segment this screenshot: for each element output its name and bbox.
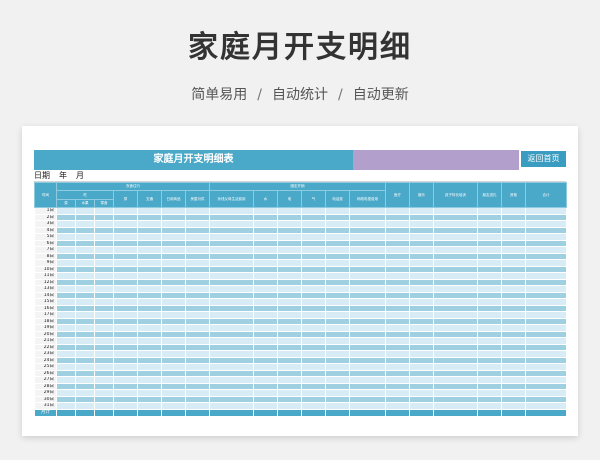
expense-table: 时间 衣食住行 固定开销 医疗 娱乐 孩子特长培训 朋友送礼 其他 合计 吃 穿…: [34, 182, 568, 417]
header-subgroup-eat: 吃: [56, 190, 114, 200]
total-cell: [56, 408, 76, 417]
table-header: 时间 衣食住行 固定开销 医疗 娱乐 孩子特长培训 朋友送礼 其他 合计 吃 穿…: [34, 182, 568, 208]
tagline-separator: /: [257, 87, 262, 103]
total-cell: [349, 408, 387, 417]
table-body: 1日 2日 3日 4日 5日 6日 7日 8日 9日 10日 11日 12日 13日 14日 15日 16日 1…: [34, 207, 568, 417]
header-col: 其他: [501, 182, 527, 208]
header-col: 孙钱父母生活费用: [209, 190, 255, 208]
total-row: 月计: [34, 408, 568, 417]
total-cell: [409, 408, 435, 417]
total-cell: [325, 408, 351, 417]
total-cell: [184, 408, 211, 417]
date-row: 日期年月: [34, 170, 566, 182]
header-time: 时间: [34, 182, 57, 208]
header-group-daily: 衣食住行: [55, 182, 211, 191]
header-col: 朋友送礼: [477, 182, 503, 208]
total-cell: [209, 408, 255, 417]
header-col: 娱乐: [409, 182, 435, 208]
header-col: 交通: [137, 190, 162, 208]
header-col: 穿: [113, 190, 138, 208]
header-fruit: 水果: [75, 199, 95, 208]
total-cell: [277, 408, 303, 417]
title-accent-block: [353, 150, 519, 170]
total-cell: [501, 408, 527, 417]
year-label: 年: [59, 171, 67, 180]
feature-tagline: 简单易用 / 自动统计 / 自动更新: [0, 84, 600, 104]
total-cell: [161, 408, 186, 417]
header-col: 水: [253, 190, 279, 208]
total-cell: [113, 408, 138, 417]
header-col: 医疗: [385, 182, 411, 208]
header-col: 房屋月供: [184, 190, 211, 208]
header-vegetable: 菜: [56, 199, 76, 208]
total-cell: [525, 408, 568, 417]
date-label: 日期: [34, 171, 50, 180]
tagline-item: 自动统计: [272, 87, 328, 103]
page-title: 家庭月开支明细: [188, 30, 412, 65]
spreadsheet-preview-card: 家庭月开支明细表 返回首页 日期年月 时间 衣食住行 固定开销 医疗 娱乐 孩子…: [22, 126, 578, 436]
total-cell: [253, 408, 279, 417]
total-cell: [94, 408, 114, 417]
tagline-item: 简单易用: [191, 87, 248, 103]
total-cell: [75, 408, 95, 417]
total-cell: [477, 408, 503, 417]
header-snack: 零食: [94, 199, 114, 208]
tagline-item: 自动更新: [352, 87, 409, 103]
header-col: 日用商品: [161, 190, 186, 208]
month-label: 月: [76, 171, 84, 180]
tagline-separator: /: [338, 87, 343, 103]
expense-sheet: 家庭月开支明细表 返回首页 日期年月 时间 衣食住行 固定开销 医疗 娱乐 孩子…: [34, 150, 568, 417]
header-col: 网络电视费用: [349, 190, 387, 208]
header-col: 合计: [525, 182, 568, 208]
back-to-home-button[interactable]: 返回首页: [521, 151, 566, 167]
header-col: 电: [277, 190, 303, 208]
sheet-title: 家庭月开支明细表: [34, 150, 353, 170]
header-group-fixed: 固定开销: [209, 182, 387, 191]
total-cell: [301, 408, 327, 417]
total-cell: [433, 408, 479, 417]
total-label: 月计: [34, 408, 57, 417]
total-cell: [137, 408, 162, 417]
header-col: 孩子特长培训: [433, 182, 479, 208]
sheet-title-bar: 家庭月开支明细表 返回首页: [34, 150, 566, 170]
header-col: 电话费: [325, 190, 351, 208]
header-col: 气: [301, 190, 327, 208]
total-cell: [385, 408, 411, 417]
